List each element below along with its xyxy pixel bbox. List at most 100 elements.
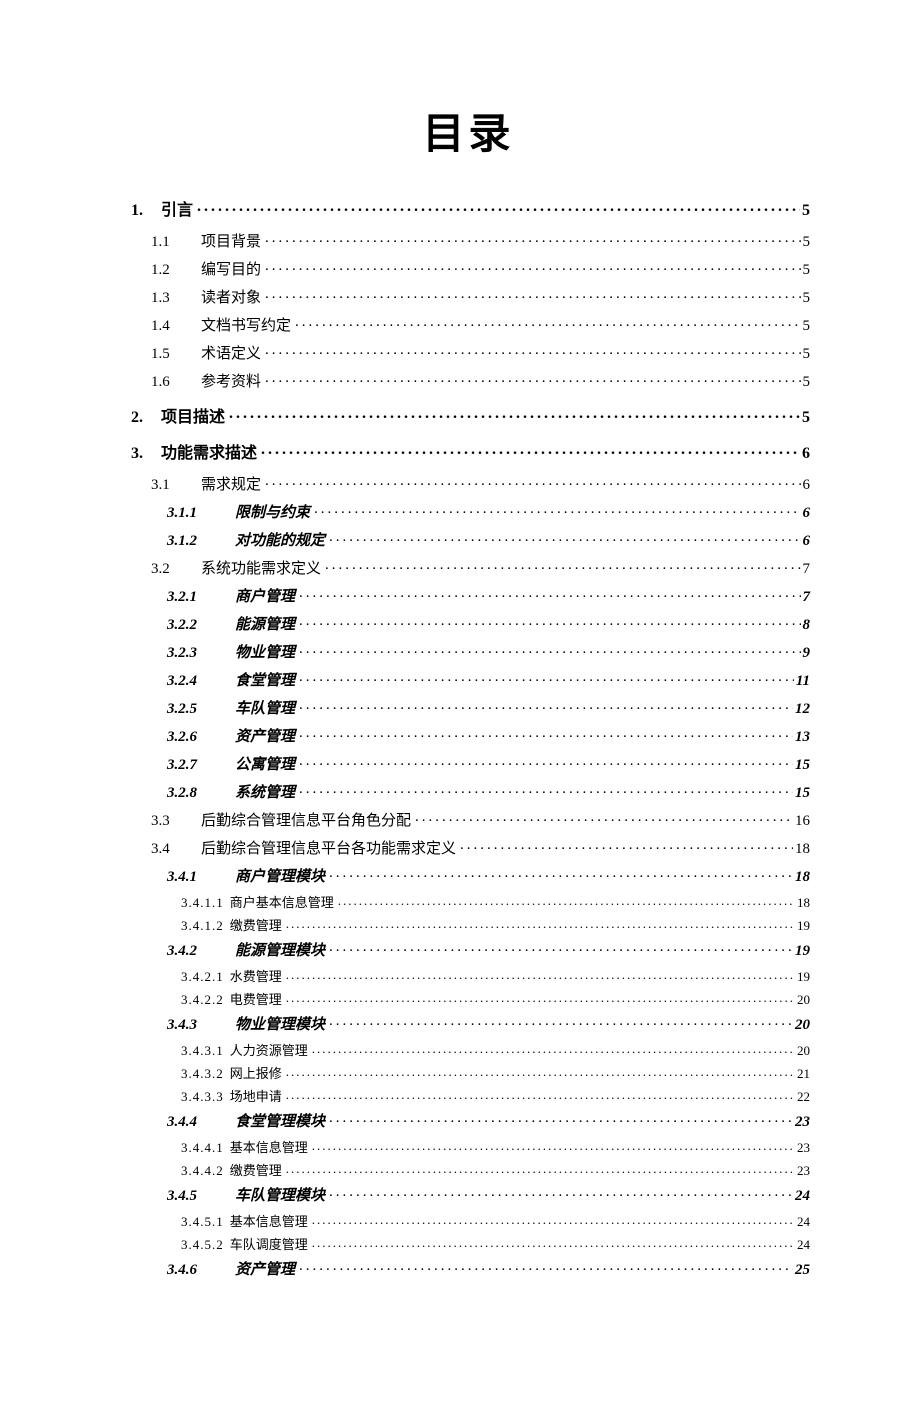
toc-entry-number: 1.2 <box>151 263 201 278</box>
toc-entry[interactable]: 1.1项目背景5 <box>127 231 810 250</box>
toc-entry-page: 5 <box>800 410 810 426</box>
toc-entry[interactable]: 3.1.2对功能的规定 6 <box>127 530 810 549</box>
toc-entry-page: 6 <box>801 478 811 493</box>
toc-entry[interactable]: 1.2编写目的5 <box>127 259 810 278</box>
toc-entry-number: 1.6 <box>151 375 201 390</box>
toc-entry[interactable]: 3.2.4食堂管理11 <box>127 670 810 689</box>
toc-entry-page: 19 <box>795 919 810 932</box>
toc-entry-number: 3.1 <box>151 478 201 493</box>
toc-entry[interactable]: 1.5术语定义5 <box>127 343 810 362</box>
toc-entry-page: 20 <box>793 1018 810 1033</box>
toc-entry-page: 20 <box>795 993 810 1006</box>
toc-entry-page: 25 <box>793 1263 810 1278</box>
toc-leader <box>312 1139 795 1152</box>
toc-entry-label: 能源管理模块 <box>235 944 329 959</box>
toc-leader <box>329 940 793 955</box>
toc-entry[interactable]: 1.6参考资料5 <box>127 371 810 390</box>
toc-entry-label: 食堂管理模块 <box>235 1115 329 1130</box>
toc-entry-number: 3.4.5.2 <box>181 1238 230 1251</box>
toc-leader <box>265 259 800 274</box>
toc-entry[interactable]: 3.4.5车队管理模块24 <box>127 1185 810 1204</box>
toc-entry[interactable]: 3.3后勤综合管理信息平台角色分配16 <box>127 810 810 829</box>
toc-entry-label: 缴费管理 <box>230 1164 286 1177</box>
toc-leader <box>314 502 800 517</box>
toc-entry[interactable]: 3.2.1商户管理7 <box>127 586 810 605</box>
toc-entry-label: 引言 <box>161 203 197 219</box>
toc-entry[interactable]: 1.4文档书写约定5 <box>127 315 810 334</box>
toc-entry-page: 5 <box>801 235 811 250</box>
toc-entry-label: 编写目的 <box>201 263 265 278</box>
toc-leader <box>286 917 795 930</box>
toc-entry[interactable]: 3.4.1商户管理模块18 <box>127 866 810 885</box>
toc-entry[interactable]: 3.2.8系统管理15 <box>127 782 810 801</box>
toc-entry-page: 5 <box>801 375 811 390</box>
toc-entry-page: 18 <box>795 896 810 909</box>
toc-leader <box>299 698 793 713</box>
toc-leader <box>286 968 795 981</box>
toc-entry-label: 场地申请 <box>230 1090 286 1103</box>
toc-leader <box>265 231 800 246</box>
toc-entry[interactable]: 3.2.5车队管理12 <box>127 698 810 717</box>
toc-entry[interactable]: 3.4.5.2车队调度管理24 <box>127 1236 810 1251</box>
toc-entry-number: 3.4.4 <box>167 1115 235 1130</box>
toc-entry[interactable]: 1.3读者对象5 <box>127 287 810 306</box>
toc-entry-number: 1.4 <box>151 319 201 334</box>
toc-entry-page: 8 <box>801 618 811 633</box>
toc-entry-page: 6 <box>801 506 811 521</box>
toc-entry-page: 15 <box>793 786 810 801</box>
toc-entry[interactable]: 3.2.7公寓管理15 <box>127 754 810 773</box>
toc-body: 1.引言51.1项目背景51.2编写目的51.3读者对象51.4文档书写约定51… <box>127 199 810 1278</box>
toc-entry-page: 24 <box>795 1215 810 1228</box>
toc-leader <box>329 1185 793 1200</box>
toc-entry[interactable]: 3.4.5.1基本信息管理24 <box>127 1213 810 1228</box>
toc-entry-label: 资产管理 <box>235 730 299 745</box>
toc-entry[interactable]: 3.4.2.1水费管理19 <box>127 968 810 983</box>
toc-entry[interactable]: 3.4.1.2缴费管理19 <box>127 917 810 932</box>
toc-entry[interactable]: 3.功能需求描述6 <box>127 442 810 462</box>
toc-entry[interactable]: 3.4.1.1商户基本信息管理18 <box>127 894 810 909</box>
toc-entry-number: 3.1.2 <box>167 534 235 549</box>
toc-entry-page: 6 <box>801 534 811 549</box>
toc-entry[interactable]: 3.2.2能源管理8 <box>127 614 810 633</box>
toc-entry-label: 商户管理 <box>235 590 299 605</box>
toc-leader <box>286 1162 795 1175</box>
toc-entry-number: 1.5 <box>151 347 201 362</box>
toc-entry[interactable]: 3.4.4.2缴费管理23 <box>127 1162 810 1177</box>
toc-entry-number: 3.4.2 <box>167 944 235 959</box>
toc-entry-label: 后勤综合管理信息平台各功能需求定义 <box>201 842 460 857</box>
toc-entry-page: 23 <box>793 1115 810 1130</box>
toc-entry[interactable]: 3.4后勤综合管理信息平台各功能需求定义18 <box>127 838 810 857</box>
toc-entry[interactable]: 3.4.3物业管理模块20 <box>127 1014 810 1033</box>
toc-entry-number: 3.2.7 <box>167 758 235 773</box>
toc-leader <box>286 1088 795 1101</box>
toc-entry-number: 3.3 <box>151 814 201 829</box>
toc-entry-number: 3.4.3 <box>167 1018 235 1033</box>
toc-entry[interactable]: 3.1需求规定6 <box>127 474 810 493</box>
toc-entry[interactable]: 3.4.2能源管理模块19 <box>127 940 810 959</box>
toc-entry[interactable]: 3.4.3.3场地申请22 <box>127 1088 810 1103</box>
toc-entry[interactable]: 2.项目描述5 <box>127 406 810 426</box>
toc-entry-label: 人力资源管理 <box>230 1044 312 1057</box>
toc-entry[interactable]: 3.4.4食堂管理模块 23 <box>127 1111 810 1130</box>
toc-leader <box>329 1014 793 1029</box>
toc-entry[interactable]: 3.4.4.1基本信息管理23 <box>127 1139 810 1154</box>
toc-entry[interactable]: 3.4.3.2网上报修21 <box>127 1065 810 1080</box>
toc-entry-label: 缴费管理 <box>230 919 286 932</box>
toc-leader <box>299 726 793 741</box>
toc-entry[interactable]: 3.1.1限制与约束6 <box>127 502 810 521</box>
toc-entry-page: 5 <box>801 291 811 306</box>
toc-leader <box>299 586 800 601</box>
toc-entry[interactable]: 3.4.2.2电费管理20 <box>127 991 810 1006</box>
toc-entry[interactable]: 3.4.3.1人力资源管理20 <box>127 1042 810 1057</box>
toc-entry[interactable]: 3.4.6资产管理25 <box>127 1259 810 1278</box>
toc-leader <box>286 1065 795 1078</box>
toc-entry[interactable]: 1.引言5 <box>127 199 810 219</box>
toc-entry[interactable]: 3.2系统功能需求定义7 <box>127 558 810 577</box>
toc-entry-page: 18 <box>793 842 810 857</box>
toc-entry[interactable]: 3.2.3物业管理9 <box>127 642 810 661</box>
toc-entry-number: 3.2.2 <box>167 618 235 633</box>
toc-entry[interactable]: 3.2.6资产管理13 <box>127 726 810 745</box>
toc-entry-label: 系统功能需求定义 <box>201 562 325 577</box>
toc-entry-label: 公寓管理 <box>235 758 299 773</box>
toc-entry-label: 对功能的规定 <box>235 534 329 549</box>
